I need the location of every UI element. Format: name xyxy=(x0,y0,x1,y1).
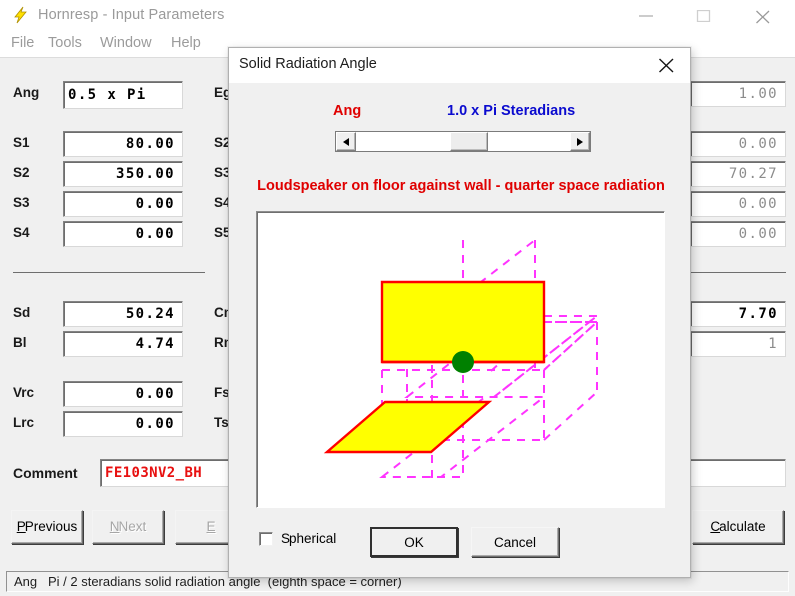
maximize-icon[interactable] xyxy=(681,0,727,31)
label-ts: Ts xyxy=(214,415,229,430)
dialog-titlebar: Solid Radiation Angle xyxy=(229,48,690,83)
label-comment: Comment xyxy=(13,465,78,481)
field-ang[interactable]: 0.5 x Pi xyxy=(63,81,183,109)
dialog-steradians-value: 1.0 x Pi Steradians xyxy=(447,103,576,119)
application-window: Hornresp - Input Parameters File Tools W… xyxy=(0,0,795,596)
field-s4[interactable]: 0.00 xyxy=(63,221,183,247)
label-s3: S3 xyxy=(13,195,30,210)
radiation-diagram xyxy=(256,211,665,508)
label-s4: S4 xyxy=(13,225,30,240)
dialog-caption: Loudspeaker on floor against wall - quar… xyxy=(257,178,665,194)
window-titlebar: Hornresp - Input Parameters xyxy=(0,0,795,31)
lightning-bolt-icon xyxy=(12,6,30,24)
label-bl: Bl xyxy=(13,335,27,350)
field-right-4[interactable]: 0.00 xyxy=(690,191,786,217)
field-lrc[interactable]: 0.00 xyxy=(63,411,183,437)
dialog-title: Solid Radiation Angle xyxy=(239,56,377,72)
arrow-right-icon[interactable] xyxy=(570,132,590,151)
field-right-5[interactable]: 0.00 xyxy=(690,221,786,247)
field-s1[interactable]: 80.00 xyxy=(63,131,183,157)
label-s2: S2 xyxy=(13,165,30,180)
menu-help[interactable]: Help xyxy=(171,35,201,51)
field-vrc[interactable]: 0.00 xyxy=(63,381,183,407)
close-icon[interactable] xyxy=(644,48,690,82)
label-lrc: Lrc xyxy=(13,415,35,430)
previous-button-label: Previous xyxy=(24,519,78,534)
field-right-6[interactable]: 7.70 xyxy=(690,301,786,327)
field-s2[interactable]: 350.00 xyxy=(63,161,183,187)
field-right-2[interactable]: 0.00 xyxy=(690,131,786,157)
spherical-checkbox-box[interactable] xyxy=(259,532,273,546)
menu-window[interactable]: Window xyxy=(100,35,152,51)
dialog-ang-label: Ang xyxy=(333,103,362,119)
divider-left-top xyxy=(13,272,205,273)
export-button-label: E xyxy=(206,519,216,534)
solid-radiation-angle-dialog: Solid Radiation Angle Ang 1.0 x Pi Stera… xyxy=(228,47,691,578)
field-sd[interactable]: 50.24 xyxy=(63,301,183,327)
scrollbar-thumb[interactable] xyxy=(450,132,488,151)
window-title: Hornresp - Input Parameters xyxy=(38,7,225,23)
cancel-button[interactable]: Cancel xyxy=(471,527,559,557)
close-icon[interactable] xyxy=(740,0,786,31)
field-right-3[interactable]: 70.27 xyxy=(690,161,786,187)
label-vrc: Vrc xyxy=(13,385,35,400)
field-s3[interactable]: 0.00 xyxy=(63,191,183,217)
menu-file[interactable]: File xyxy=(11,35,34,51)
label-sd: Sd xyxy=(13,305,31,320)
field-right-7[interactable]: 1 xyxy=(690,331,786,357)
arrow-left-icon[interactable] xyxy=(336,132,356,151)
field-bl[interactable]: 4.74 xyxy=(63,331,183,357)
next-button-label: Next xyxy=(118,519,147,534)
label-ang: Ang xyxy=(13,85,40,100)
label-s1: S1 xyxy=(13,135,30,150)
ok-button[interactable]: OK xyxy=(370,527,458,557)
angle-scrollbar[interactable] xyxy=(335,131,591,152)
spherical-checkbox-label: Spherical xyxy=(281,531,336,546)
calculate-button[interactable]: Calculate xyxy=(692,510,784,544)
minimize-icon[interactable] xyxy=(623,0,669,31)
calculate-button-label: alculate xyxy=(719,519,766,534)
spherical-label-rest: pherical xyxy=(289,531,337,546)
source-point-icon xyxy=(452,351,474,373)
next-button[interactable]: NNext xyxy=(92,510,164,544)
previous-button[interactable]: PPrevious xyxy=(11,510,83,544)
field-right-1[interactable]: 1.00 xyxy=(690,81,786,107)
menu-tools[interactable]: Tools xyxy=(48,35,82,51)
